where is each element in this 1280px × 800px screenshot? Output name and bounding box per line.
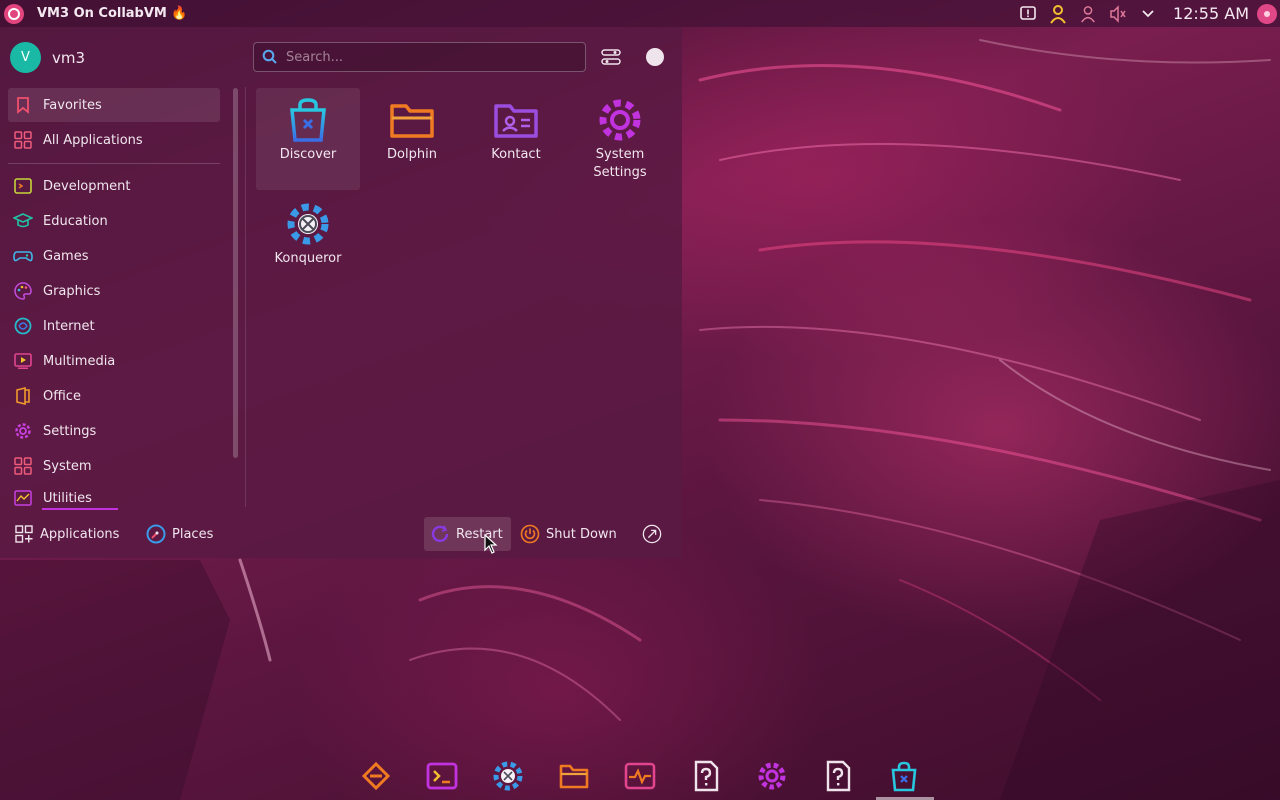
window-title: VM3 On CollabVM 🔥 xyxy=(37,6,188,21)
taskbar-dock xyxy=(0,750,1280,800)
app-label: Discover xyxy=(279,147,337,162)
session-avatar-icon[interactable] xyxy=(1257,3,1277,24)
utilities-icon xyxy=(12,487,34,509)
folder-icon xyxy=(390,104,434,138)
multimedia-icon xyxy=(12,350,34,372)
sidebar-item-system[interactable]: System xyxy=(8,449,220,483)
user-name: vm3 xyxy=(52,48,86,67)
app-label: Kontact xyxy=(491,147,541,162)
user-switch-icon[interactable] xyxy=(1077,3,1099,25)
power-icon xyxy=(520,524,540,544)
chevron-down-icon[interactable] xyxy=(1137,3,1159,25)
discover-dock-icon[interactable] xyxy=(888,760,920,792)
application-launcher: V vm3 Favorites All Applications Develop… xyxy=(0,27,682,558)
sidebar-item-games[interactable]: Games xyxy=(8,239,220,273)
development-icon xyxy=(12,175,34,197)
notification-icon[interactable] xyxy=(1017,3,1039,25)
gear-icon xyxy=(12,420,34,442)
clock[interactable]: 12:55 AM xyxy=(1173,4,1249,23)
app-dolphin[interactable]: Dolphin xyxy=(360,88,464,190)
search-box[interactable] xyxy=(253,42,586,72)
shutdown-button[interactable]: Shut Down xyxy=(520,517,617,551)
gamepad-icon xyxy=(12,245,34,267)
globe-icon xyxy=(12,315,34,337)
mouse-cursor-icon xyxy=(484,534,498,554)
panel-divider xyxy=(245,87,246,507)
leave-icon xyxy=(642,524,662,544)
terminal-icon[interactable] xyxy=(426,760,458,792)
launcher-g-icon[interactable] xyxy=(360,760,392,792)
sidebar-item-favorites[interactable]: Favorites xyxy=(8,88,220,122)
discover-icon xyxy=(290,98,326,142)
avatar[interactable]: V xyxy=(10,42,41,73)
launcher-bottom-bar: Applications Places Restart Shut Down xyxy=(0,514,682,558)
search-icon xyxy=(262,49,277,64)
user-yellow-icon[interactable] xyxy=(1047,3,1069,25)
sidebar-item-settings[interactable]: Settings xyxy=(8,414,220,448)
tab-places[interactable]: Places xyxy=(146,517,213,551)
filter-menu-icon[interactable] xyxy=(600,47,622,67)
bookmark-icon xyxy=(12,94,34,116)
app-discover[interactable]: Discover xyxy=(256,88,360,190)
user-row[interactable]: V vm3 xyxy=(10,42,85,73)
palette-icon xyxy=(12,280,34,302)
sidebar-item-all-applications[interactable]: All Applications xyxy=(8,123,220,157)
app-konqueror[interactable]: Konqueror xyxy=(256,192,360,294)
sidebar-item-education[interactable]: Education xyxy=(8,204,220,238)
scroll-indicator xyxy=(42,508,118,510)
top-panel: VM3 On CollabVM 🔥 12:55 AM xyxy=(0,0,1280,27)
collabvm-logo-icon[interactable] xyxy=(3,3,25,25)
search-input[interactable] xyxy=(286,49,576,65)
settings-gear-icon xyxy=(599,99,641,141)
app-label: System Settings xyxy=(593,147,647,180)
sidebar-item-office[interactable]: Office xyxy=(8,379,220,413)
contact-icon xyxy=(494,104,538,138)
konqueror-dock-icon[interactable] xyxy=(492,760,524,792)
compass-icon xyxy=(146,524,166,544)
system-tray: 12:55 AM xyxy=(1017,0,1280,27)
sidebar-scrollbar[interactable] xyxy=(233,88,238,458)
sidebar-item-development[interactable]: Development xyxy=(8,169,220,203)
app-kontact[interactable]: Kontact xyxy=(464,88,568,190)
pin-toggle-button[interactable] xyxy=(646,48,664,66)
app-system-settings[interactable]: System Settings xyxy=(568,88,672,208)
sidebar-separator xyxy=(8,163,220,164)
settings-dock-icon[interactable] xyxy=(756,760,788,792)
applications-grid-icon xyxy=(14,524,34,544)
restart-icon xyxy=(430,524,450,544)
unknown-app-icon[interactable] xyxy=(690,760,722,792)
system-icon xyxy=(12,455,34,477)
app-label: Dolphin xyxy=(387,147,437,162)
dolphin-dock-icon[interactable] xyxy=(558,760,590,792)
sidebar-item-multimedia[interactable]: Multimedia xyxy=(8,344,220,378)
grid-icon xyxy=(12,129,34,151)
volume-muted-icon[interactable] xyxy=(1107,3,1129,25)
tab-applications[interactable]: Applications xyxy=(14,517,119,551)
konqueror-icon xyxy=(287,203,329,245)
app-label: Konqueror xyxy=(274,251,342,266)
system-monitor-icon[interactable] xyxy=(624,760,656,792)
leave-menu-button[interactable] xyxy=(642,517,662,551)
sidebar-item-internet[interactable]: Internet xyxy=(8,309,220,343)
sidebar-item-graphics[interactable]: Graphics xyxy=(8,274,220,308)
education-icon xyxy=(12,210,34,232)
office-icon xyxy=(12,385,34,407)
unknown-app-icon-2[interactable] xyxy=(822,760,854,792)
